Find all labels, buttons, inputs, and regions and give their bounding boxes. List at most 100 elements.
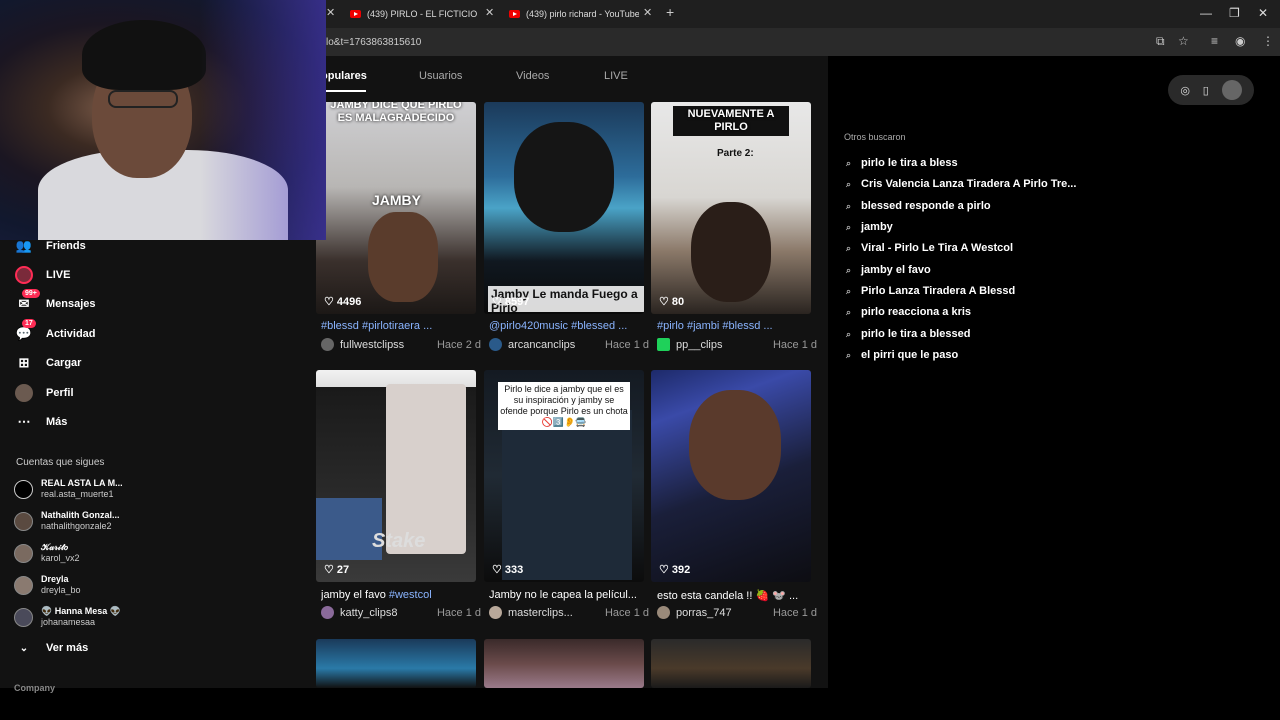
like-count: ♡ 80 <box>659 295 685 309</box>
author-name: masterclips... <box>508 606 573 619</box>
youtube-icon <box>350 10 361 18</box>
avatar[interactable] <box>1221 80 1242 100</box>
tab-videos[interactable]: Videos <box>516 70 549 82</box>
video-author-row[interactable]: fullwestclipss Hace 2 d <box>321 338 481 351</box>
suggestion-item[interactable]: ⌕ Viral - Pirlo Le Tira A Westcol <box>846 242 1013 254</box>
heart-icon: ♡ <box>324 296 334 308</box>
video-card[interactable]: Pirlo le dice a jamby que el es su inspi… <box>484 370 644 582</box>
menu-kebab-icon[interactable]: ⋮ <box>1262 34 1274 48</box>
following-account[interactable]: Nathalith Gonzal... nathalithgonzale2 <box>14 510 120 532</box>
browser-tab-2[interactable]: (439) pirlo richard - YouTube <box>509 4 639 24</box>
account-handle: johanamesaa <box>41 617 96 627</box>
url-text[interactable]: lo&t=1763863815610 <box>326 37 421 48</box>
sidebar-item-label: Cargar <box>46 357 82 369</box>
sidebar-item-label: LIVE <box>46 269 71 281</box>
right-panel <box>828 56 1280 688</box>
sidebar-item-activity[interactable]: 💬 17 Actividad <box>14 319 96 346</box>
heart-icon: ♡ <box>492 296 502 308</box>
browser-tab-1[interactable]: (439) PIRLO - EL FICTICIO 🦕 |E <box>350 4 480 24</box>
post-time: Hace 1 d <box>772 606 817 619</box>
sidebar-item-more[interactable]: ⋯ Más <box>14 410 68 434</box>
tab-close-icon[interactable]: ✕ <box>643 6 652 19</box>
coin-icon[interactable]: ◎ <box>1180 84 1190 97</box>
messages-badge: 99+ <box>22 289 40 298</box>
tab-close-icon[interactable]: ✕ <box>326 6 335 19</box>
minimize-icon[interactable]: — <box>1200 6 1212 20</box>
avatar <box>321 338 334 351</box>
author-name: katty_clips8 <box>340 606 398 619</box>
company-link[interactable]: Company <box>14 683 55 693</box>
video-description[interactable]: @pirlo420music #blessed ... <box>489 320 649 332</box>
suggestion-item[interactable]: ⌕ Pirlo Lanza Tiradera A Blessd <box>846 285 1015 297</box>
video-card[interactable]: Stake ♡ 27 <box>316 370 476 582</box>
video-description[interactable]: Jamby no le capea la películ... <box>489 589 649 601</box>
account-handle: karol_vx2 <box>41 553 80 563</box>
following-account[interactable]: Dreyla dreyla_bo <box>14 574 81 596</box>
suggestion-item[interactable]: ⌕ pirlo le tira a bless <box>846 157 958 169</box>
like-count: ♡ 27 <box>324 563 350 577</box>
author-name: arcancanclips <box>508 338 576 351</box>
messages-icon: ✉ 99+ <box>14 289 40 314</box>
video-author-row[interactable]: porras_747 Hace 1 d <box>657 606 817 619</box>
suggestion-item[interactable]: ⌕ blessed responde a pirlo <box>846 200 991 212</box>
video-author-row[interactable]: katty_clips8 Hace 1 d <box>321 606 481 619</box>
tab-popular[interactable]: opulares <box>321 70 367 82</box>
video-card[interactable]: NUEVAMENTE A PIRLO Parte 2: ♡ 80 <box>651 102 811 314</box>
video-description[interactable]: #blessd #pirlotiraera ... <box>321 320 481 332</box>
video-author-row[interactable]: pp__clips Hace 1 d <box>657 338 817 351</box>
following-account[interactable]: 𝒦𝒶𝓇𝒾𝓉𝑜 karol_vx2 <box>14 542 80 564</box>
media-icon[interactable]: ≡ <box>1211 34 1218 48</box>
avatar <box>14 511 33 531</box>
see-more-button[interactable]: ⌄ Ver más <box>14 636 88 660</box>
sidebar-item-profile[interactable]: Perfil <box>14 381 74 405</box>
following-account[interactable]: 👽 Hanna Mesa 👽 johanamesaa <box>14 606 121 628</box>
webcam-overlay <box>0 0 326 240</box>
avatar <box>489 606 502 619</box>
suggestion-item[interactable]: ⌕ el pirri que le paso <box>846 349 958 361</box>
account-handle: dreyla_bo <box>41 585 81 595</box>
video-author-row[interactable]: arcancanclips Hace 1 d <box>489 338 649 351</box>
video-card[interactable] <box>316 639 476 688</box>
sidebar-item-live[interactable]: LIVE <box>14 263 70 287</box>
install-icon[interactable]: ⧉ <box>1156 34 1165 49</box>
like-count: ♡ 4496 <box>324 295 362 309</box>
video-card[interactable]: JAMBY DICE QUE PIRLO ES MALAGRADECIDO JA… <box>316 102 476 314</box>
video-card[interactable]: ♡ 392 <box>651 370 811 582</box>
video-description[interactable]: jamby el favo #westcol <box>321 589 481 601</box>
bookmark-star-icon[interactable]: ☆ <box>1178 34 1189 48</box>
suggestion-item[interactable]: ⌕ pirlo reacciona a kris <box>846 306 971 318</box>
following-account[interactable]: REAL ASTA LA M... real.asta_muerte1 <box>14 478 123 500</box>
tab-users[interactable]: Usuarios <box>419 70 462 82</box>
video-card[interactable] <box>651 639 811 688</box>
search-icon: ⌕ <box>846 200 852 211</box>
new-tab-icon[interactable]: + <box>666 4 674 20</box>
suggestion-item[interactable]: ⌕ pirlo le tira a blessed <box>846 328 970 340</box>
search-icon: ⌕ <box>846 306 852 317</box>
maximize-icon[interactable]: ❐ <box>1229 6 1240 20</box>
webcam-light-glow <box>200 0 326 240</box>
like-count: ♡ 8597 <box>492 295 530 309</box>
tab-close-icon[interactable]: ✕ <box>485 6 494 19</box>
video-description[interactable]: #pirlo #jambi #blessd ... <box>657 320 817 332</box>
avatar <box>657 606 670 619</box>
tab-live[interactable]: LIVE <box>604 70 628 82</box>
activity-badge: 17 <box>22 319 36 328</box>
profile-avatar-icon[interactable]: ◉ <box>1235 34 1245 48</box>
suggestion-item[interactable]: ⌕ Cris Valencia Lanza Tiradera A Pirlo Tr… <box>846 178 1076 190</box>
close-window-icon[interactable]: ✕ <box>1258 6 1268 20</box>
sidebar-item-upload[interactable]: ⊞ Cargar <box>14 351 82 375</box>
video-description[interactable]: esto esta candela !! 🍓 🐭 ... <box>657 589 817 602</box>
suggestion-item[interactable]: ⌕ jamby el favo <box>846 264 931 276</box>
sidebar-item-messages[interactable]: ✉ 99+ Mensajes <box>14 289 96 316</box>
video-card[interactable]: Jamby Le manda Fuego a Pirlo ♡ 8597 <box>484 102 644 314</box>
search-icon: ⌕ <box>846 264 852 275</box>
account-handle: real.asta_muerte1 <box>41 489 114 499</box>
phone-icon[interactable]: ▯ <box>1203 84 1209 97</box>
account-name: Dreyla <box>41 574 69 584</box>
suggestion-item[interactable]: ⌕ jamby <box>846 221 893 233</box>
video-author-row[interactable]: masterclips... Hace 1 d <box>489 606 649 619</box>
youtube-icon <box>509 10 520 18</box>
video-card[interactable] <box>484 639 644 688</box>
following-title: Cuentas que sigues <box>16 457 105 468</box>
author-name: porras_747 <box>676 606 732 619</box>
